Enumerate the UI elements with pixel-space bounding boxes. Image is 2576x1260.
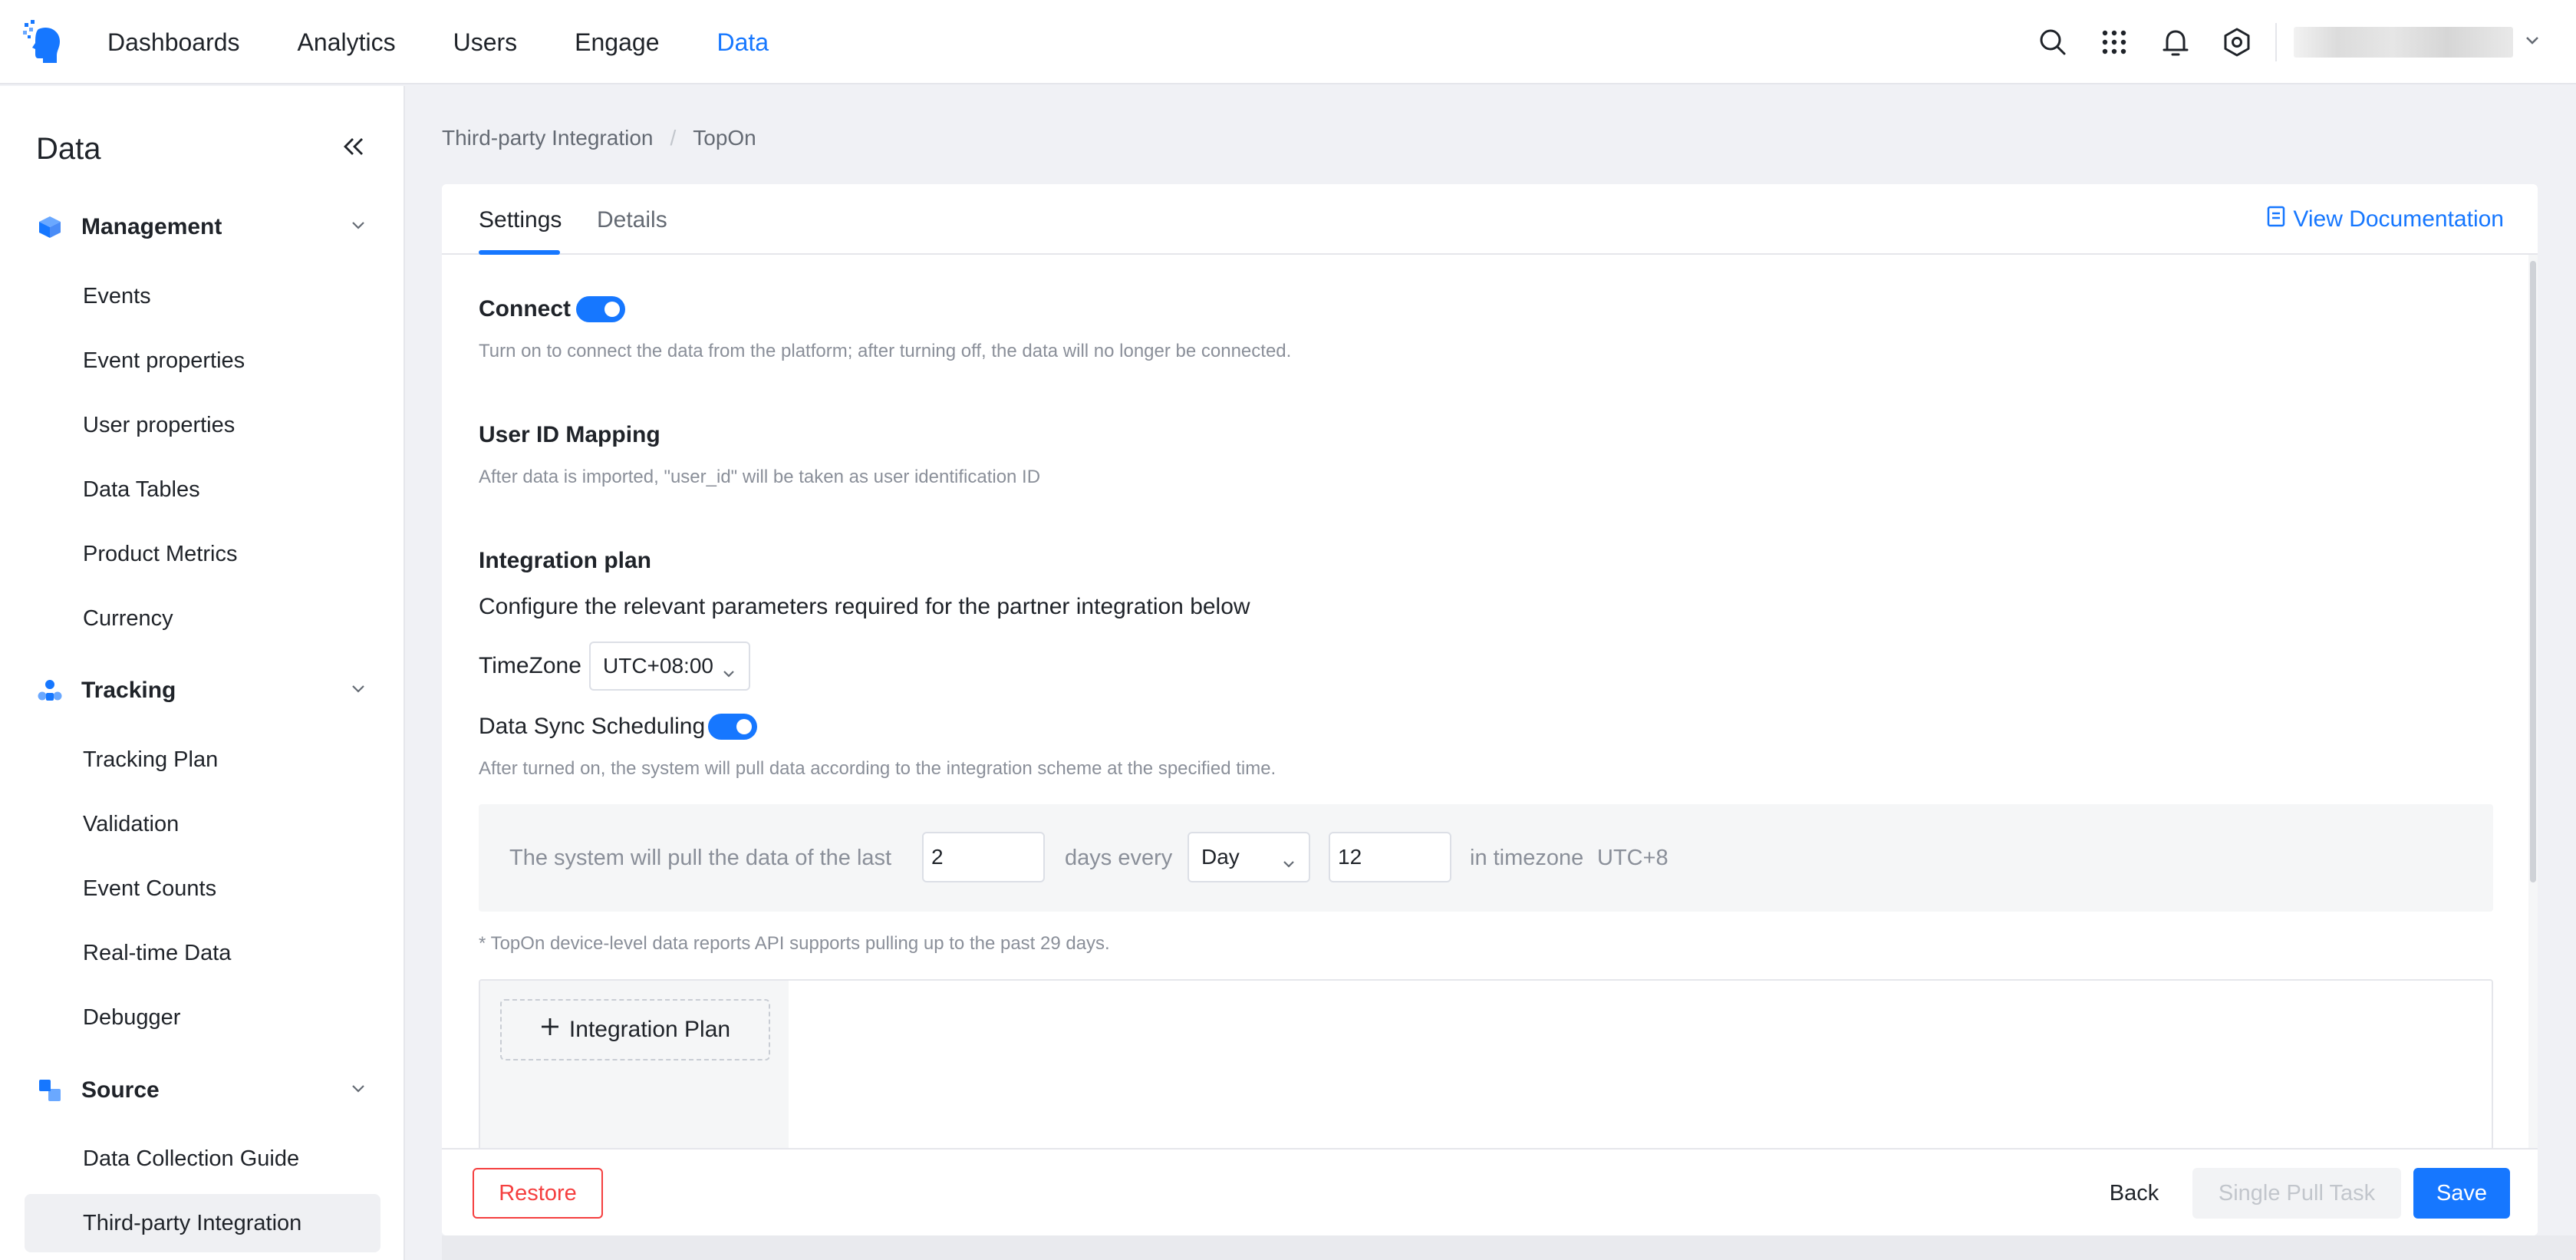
api-limit-note: * TopOn device-level data reports API su…	[479, 933, 1110, 954]
active-tab-indicator	[479, 250, 560, 255]
sidebar-item-tracking-plan[interactable]: Tracking Plan	[25, 731, 380, 789]
timezone-select[interactable]: UTC+08:00	[589, 642, 750, 691]
restore-button[interactable]: Restore	[473, 1168, 603, 1219]
integration-plan-description: Configure the relevant parameters requir…	[479, 594, 1250, 619]
sidebar-group-tracking[interactable]: Tracking	[37, 668, 374, 714]
sidebar-item-data-collection-guide[interactable]: Data Collection Guide	[25, 1130, 380, 1188]
cube-icon	[37, 214, 63, 240]
data-sync-scheduling-label: Data Sync Scheduling	[479, 714, 706, 739]
nav-users[interactable]: Users	[453, 28, 518, 57]
chevron-down-icon	[723, 660, 735, 684]
breadcrumb-parent[interactable]: Third-party Integration	[442, 126, 653, 150]
app-logo-icon[interactable]	[21, 18, 68, 66]
chevron-down-icon[interactable]	[2525, 35, 2539, 49]
save-button[interactable]: Save	[2413, 1168, 2510, 1219]
sidebar-item-debugger[interactable]: Debugger	[25, 988, 380, 1047]
data-sync-hint: After turned on, the system will pull da…	[479, 758, 1276, 779]
schedule-config-box: The system will pull the data of the las…	[479, 804, 2493, 912]
period-value: Day	[1201, 845, 1240, 869]
integration-plan-heading: Integration plan	[479, 548, 651, 573]
source-icon	[37, 1077, 63, 1103]
document-icon	[2267, 206, 2285, 233]
view-documentation-label: View Documentation	[2293, 206, 2504, 232]
apps-grid-icon[interactable]	[2097, 25, 2131, 59]
sidebar-title: Data	[36, 132, 101, 166]
sidebar-item-user-properties[interactable]: User properties	[25, 396, 380, 454]
settings-panel: Settings Details View Documentation Conn…	[442, 184, 2538, 1235]
user-id-mapping-hint: After data is imported, "user_id" will b…	[479, 467, 1041, 487]
sidebar-item-third-party-integration[interactable]: Third-party Integration	[25, 1194, 380, 1252]
sidebar-group-source[interactable]: Source	[37, 1067, 374, 1113]
chevron-down-icon	[351, 1084, 365, 1097]
back-button[interactable]: Back	[2087, 1168, 2182, 1219]
schedule-suffix: in timezone	[1470, 846, 1584, 870]
timezone-value: UTC+08:00	[603, 654, 713, 678]
days-input[interactable]: 2	[922, 832, 1045, 882]
sidebar-item-event-counts[interactable]: Event Counts	[25, 859, 380, 918]
breadcrumb-separator: /	[670, 126, 677, 150]
nav-data[interactable]: Data	[716, 28, 769, 57]
period-select[interactable]: Day	[1188, 832, 1310, 882]
search-icon[interactable]	[2036, 25, 2070, 59]
main-nav: Dashboards Analytics Users Engage Data	[107, 0, 769, 84]
sidebar-group-label: Tracking	[81, 678, 176, 703]
plus-icon	[540, 1017, 560, 1043]
connect-label: Connect	[479, 296, 571, 322]
tab-settings[interactable]: Settings	[479, 207, 562, 233]
sidebar-group-label: Source	[81, 1077, 160, 1103]
nav-dashboards[interactable]: Dashboards	[107, 28, 240, 57]
sidebar-item-currency[interactable]: Currency	[25, 589, 380, 648]
sidebar-item-data-tables[interactable]: Data Tables	[25, 460, 380, 519]
connect-toggle[interactable]	[576, 296, 625, 322]
data-sync-scheduling-toggle[interactable]	[708, 714, 757, 740]
breadcrumb-current: TopOn	[693, 126, 756, 150]
top-navigation-bar: Dashboards Analytics Users Engage Data	[0, 0, 2576, 84]
settings-icon[interactable]	[2220, 25, 2254, 59]
sidebar-item-real-time-data[interactable]: Real-time Data	[25, 924, 380, 982]
collapse-sidebar-icon[interactable]	[343, 137, 364, 160]
sidebar-item-event-properties[interactable]: Event properties	[25, 331, 380, 390]
user-id-mapping-label: User ID Mapping	[479, 422, 660, 447]
connect-hint: Turn on to connect the data from the pla…	[479, 341, 1292, 361]
page-bottom-strip	[442, 1235, 2576, 1260]
top-actions	[2036, 0, 2576, 84]
add-integration-plan-button[interactable]: Integration Plan	[500, 999, 770, 1060]
sidebar-item-events[interactable]: Events	[25, 267, 380, 325]
sidebar-item-product-metrics[interactable]: Product Metrics	[25, 525, 380, 583]
chevron-down-icon	[351, 220, 365, 234]
chevron-down-icon	[1283, 850, 1295, 875]
view-documentation-link[interactable]: View Documentation	[2267, 206, 2504, 233]
chevron-down-icon	[351, 684, 365, 698]
tracking-icon	[37, 678, 63, 704]
divider	[2275, 23, 2277, 61]
sidebar: Data Management Events Event properties …	[0, 86, 405, 1260]
schedule-mid: days every	[1065, 846, 1173, 870]
breadcrumb: Third-party Integration / TopOn	[442, 126, 756, 150]
schedule-timezone: UTC+8	[1597, 846, 1668, 870]
tab-details[interactable]: Details	[597, 207, 667, 233]
add-integration-plan-label: Integration Plan	[568, 1017, 731, 1042]
tab-bar: Settings Details View Documentation	[442, 184, 2538, 255]
bell-icon[interactable]	[2159, 25, 2192, 59]
user-account-redacted[interactable]	[2294, 27, 2513, 58]
hour-input[interactable]: 12	[1329, 832, 1451, 882]
sidebar-group-label: Management	[81, 214, 222, 239]
sidebar-group-management[interactable]: Management	[37, 204, 374, 250]
sidebar-item-validation[interactable]: Validation	[25, 795, 380, 853]
single-pull-task-button[interactable]: Single Pull Task	[2192, 1168, 2401, 1219]
nav-engage[interactable]: Engage	[575, 28, 659, 57]
footer-actions: Restore Back Single Pull Task Save	[442, 1148, 2538, 1235]
nav-analytics[interactable]: Analytics	[298, 28, 396, 57]
schedule-prefix: The system will pull the data of the las…	[509, 846, 892, 870]
timezone-label: TimeZone	[479, 653, 581, 678]
panel-scrollbar-thumb[interactable]	[2530, 261, 2536, 882]
